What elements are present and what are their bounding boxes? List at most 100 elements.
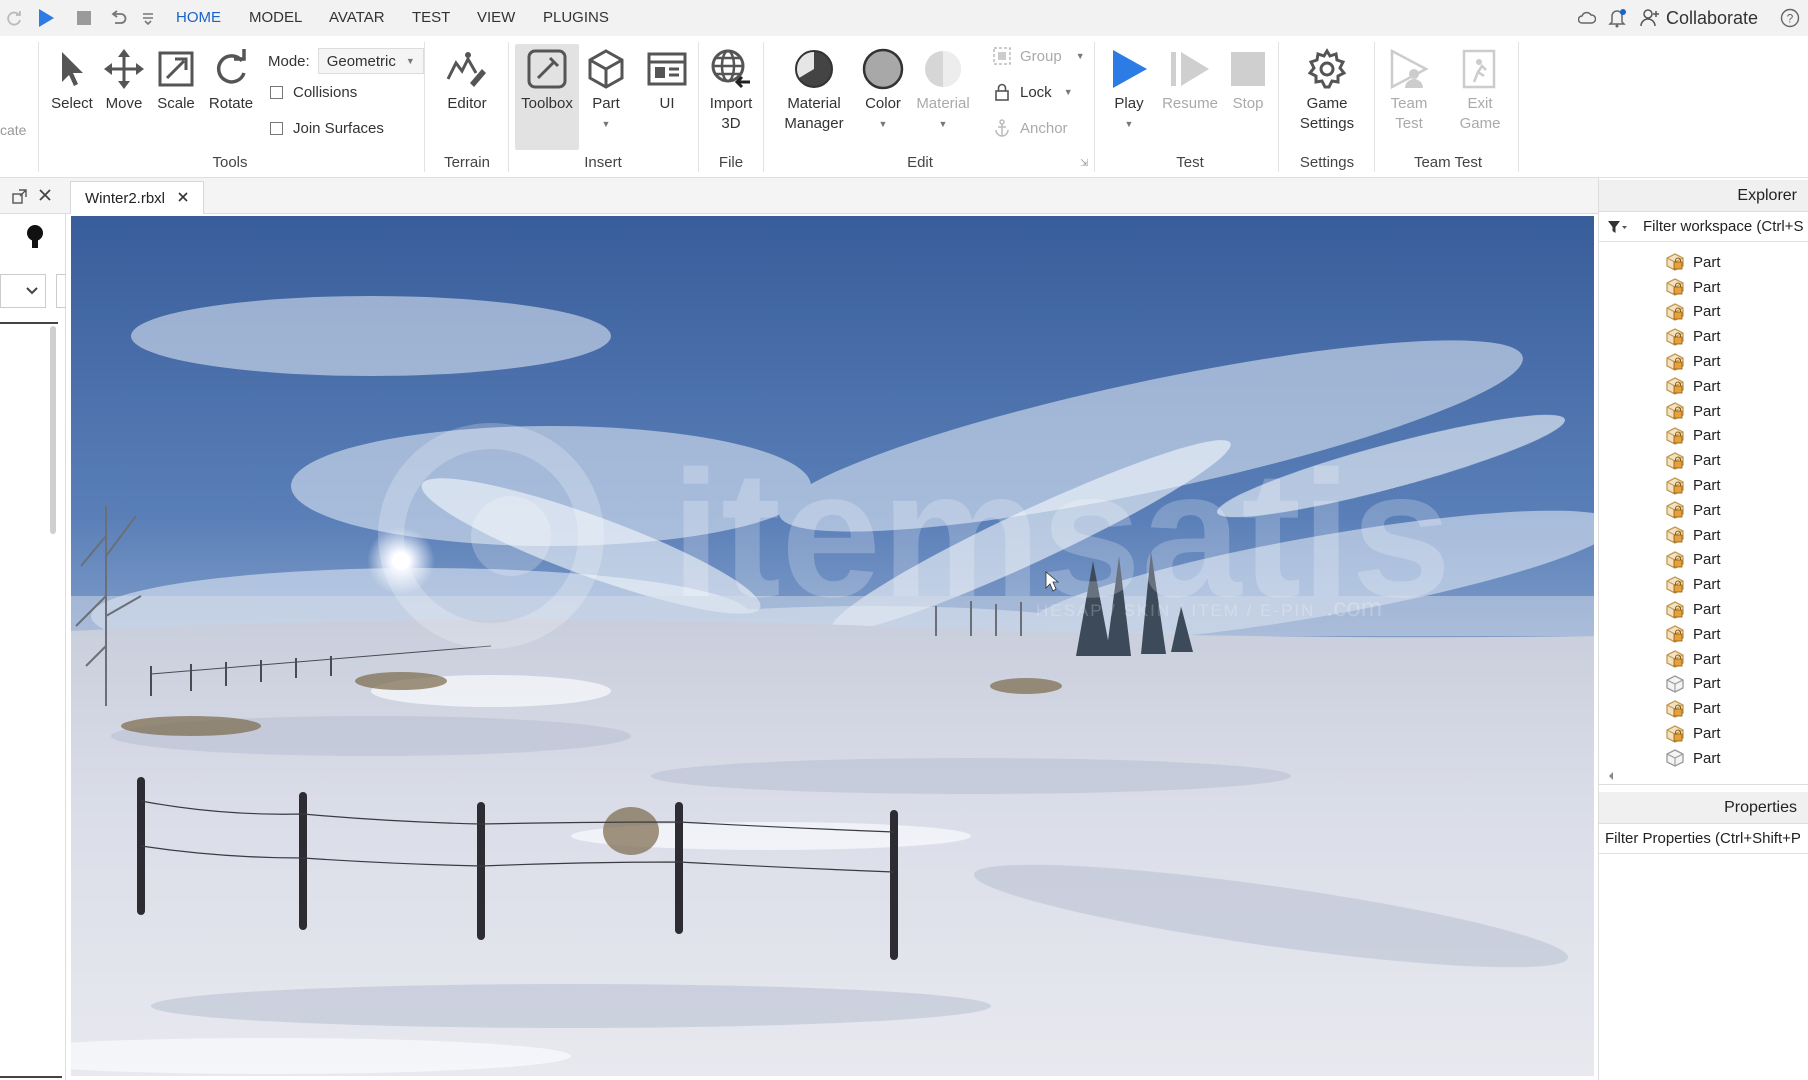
- explorer-item-label: Part: [1693, 427, 1721, 445]
- tab-home[interactable]: HOME: [176, 0, 221, 36]
- document-tab[interactable]: Winter2.rbxl: [70, 181, 204, 214]
- ui-frame-icon: [645, 44, 689, 94]
- insert-ui-button[interactable]: UI: [645, 44, 689, 114]
- explorer-item-part[interactable]: Part: [1599, 672, 1808, 697]
- scroll-left-icon[interactable]: [1607, 770, 1617, 782]
- locked-part-icon: [1665, 476, 1693, 496]
- explorer-item-part[interactable]: Part: [1599, 721, 1808, 746]
- color-button[interactable]: Color ▼: [860, 44, 906, 134]
- help-icon[interactable]: ?: [1780, 0, 1800, 36]
- cloud-icon[interactable]: [1578, 0, 1596, 36]
- explorer-item-label: Part: [1693, 353, 1721, 371]
- 3d-viewport[interactable]: itemsatis HESAP / SKIN / ITEM / E-PIN .c…: [71, 216, 1594, 1076]
- stop-button[interactable]: Stop: [1226, 44, 1270, 114]
- join-surfaces-toggle[interactable]: Join Surfaces: [270, 120, 384, 137]
- insert-part-button[interactable]: Part ▼: [586, 44, 626, 134]
- move-label: Move: [105, 95, 143, 112]
- play-icon[interactable]: [34, 6, 58, 30]
- resume-icon: [1168, 44, 1212, 94]
- left-dropdown[interactable]: [0, 274, 46, 308]
- explorer-filter-input[interactable]: Filter workspace (Ctrl+S: [1599, 212, 1808, 242]
- notification-bell-icon[interactable]: [1608, 0, 1626, 36]
- group-icon: [993, 47, 1011, 65]
- locked-part-icon: [1665, 277, 1693, 297]
- tab-view[interactable]: VIEW: [477, 0, 515, 36]
- anchor-button[interactable]: Anchor: [992, 118, 1068, 138]
- select-tool-button[interactable]: Select: [48, 44, 96, 114]
- part-label: Part: [592, 95, 620, 112]
- locked-part-icon: [1665, 401, 1693, 421]
- explorer-item-part[interactable]: Part: [1599, 473, 1808, 498]
- lightbulb-icon[interactable]: [26, 224, 44, 254]
- scale-tool-button[interactable]: Scale: [154, 44, 198, 114]
- rotate-tool-button[interactable]: Rotate: [206, 44, 256, 114]
- left-input-edge[interactable]: [56, 274, 66, 308]
- exit-game-button[interactable]: Exit Game: [1456, 44, 1504, 134]
- resume-label: Resume: [1162, 95, 1218, 112]
- explorer-item-part[interactable]: Part: [1599, 300, 1808, 325]
- undo-icon[interactable]: [106, 6, 130, 30]
- team-test-button[interactable]: Team Test: [1384, 44, 1434, 134]
- explorer-item-part[interactable]: Part: [1599, 424, 1808, 449]
- explorer-filter-placeholder: Filter workspace (Ctrl+S: [1643, 217, 1804, 235]
- material-button[interactable]: Material ▼: [912, 44, 974, 134]
- scrollbar-thumb[interactable]: [50, 326, 56, 534]
- material-manager-button[interactable]: Material Manager: [778, 44, 850, 134]
- import-3d-button[interactable]: Import 3D: [704, 44, 758, 134]
- close-icon[interactable]: [177, 190, 189, 207]
- terrain-editor-button[interactable]: Editor: [440, 44, 494, 114]
- collisions-toggle[interactable]: Collisions: [270, 84, 357, 101]
- lock-label: Lock: [1020, 83, 1052, 101]
- explorer-item-part[interactable]: Part: [1599, 597, 1808, 622]
- resume-button[interactable]: Resume: [1160, 44, 1220, 114]
- anchor-icon: [995, 119, 1009, 137]
- move-tool-button[interactable]: Move: [102, 44, 146, 114]
- collaborate-button[interactable]: Collaborate: [1640, 0, 1758, 36]
- explorer-item-part[interactable]: Part: [1599, 548, 1808, 573]
- explorer-item-part[interactable]: Part: [1599, 374, 1808, 399]
- part-cube-icon: [584, 44, 628, 94]
- ribbon-toolbar: cate Select Move Scale Rotate Mode: Geom…: [0, 36, 1808, 178]
- edit-group-label: Edit: [907, 154, 933, 171]
- join-surfaces-checkbox[interactable]: [270, 122, 283, 135]
- watermark-sub: HESAP / SKIN / ITEM / E-PIN: [1036, 601, 1315, 620]
- insert-group-label: Insert: [584, 154, 622, 171]
- terrain-editor-icon: [445, 44, 489, 94]
- lock-button[interactable]: Lock ▼: [992, 82, 1073, 102]
- explorer-item-part[interactable]: Part: [1599, 746, 1808, 771]
- explorer-item-part[interactable]: Part: [1599, 572, 1808, 597]
- explorer-item-label: Part: [1693, 700, 1721, 718]
- explorer-item-part[interactable]: Part: [1599, 523, 1808, 548]
- undock-icon[interactable]: [12, 188, 28, 208]
- tab-model[interactable]: MODEL: [249, 0, 302, 36]
- stop-icon[interactable]: [72, 6, 96, 30]
- toolbox-button[interactable]: Toolbox: [515, 44, 579, 150]
- explorer-item-part[interactable]: Part: [1599, 349, 1808, 374]
- play-button[interactable]: Play ▼: [1104, 44, 1154, 134]
- mode-dropdown[interactable]: Geometric ▼: [317, 48, 424, 74]
- group-button[interactable]: Group ▼: [992, 46, 1085, 66]
- close-icon[interactable]: [38, 188, 52, 206]
- customize-icon[interactable]: [138, 6, 158, 30]
- tab-avatar[interactable]: AVATAR: [329, 0, 385, 36]
- redo-icon[interactable]: [4, 6, 26, 30]
- explorer-item-part[interactable]: Part: [1599, 324, 1808, 349]
- explorer-item-part[interactable]: Part: [1599, 448, 1808, 473]
- collisions-checkbox[interactable]: [270, 86, 283, 99]
- game-settings-button[interactable]: Game Settings: [1292, 44, 1362, 134]
- explorer-item-label: Part: [1693, 526, 1721, 544]
- mode-row: Mode: Geometric ▼: [268, 48, 424, 74]
- explorer-item-part[interactable]: Part: [1599, 250, 1808, 275]
- explorer-item-label: Part: [1693, 278, 1721, 296]
- explorer-item-part[interactable]: Part: [1599, 647, 1808, 672]
- explorer-item-part[interactable]: Part: [1599, 399, 1808, 424]
- explorer-item-part[interactable]: Part: [1599, 275, 1808, 300]
- chevron-down-icon: ▼: [405, 56, 415, 66]
- tab-test[interactable]: TEST: [412, 0, 450, 36]
- explorer-item-part[interactable]: Part: [1599, 696, 1808, 721]
- expand-icon[interactable]: ⇲: [1080, 158, 1088, 169]
- explorer-item-part[interactable]: Part: [1599, 622, 1808, 647]
- properties-filter-input[interactable]: Filter Properties (Ctrl+Shift+P: [1599, 824, 1808, 854]
- tab-plugins[interactable]: PLUGINS: [543, 0, 609, 36]
- explorer-item-part[interactable]: Part: [1599, 498, 1808, 523]
